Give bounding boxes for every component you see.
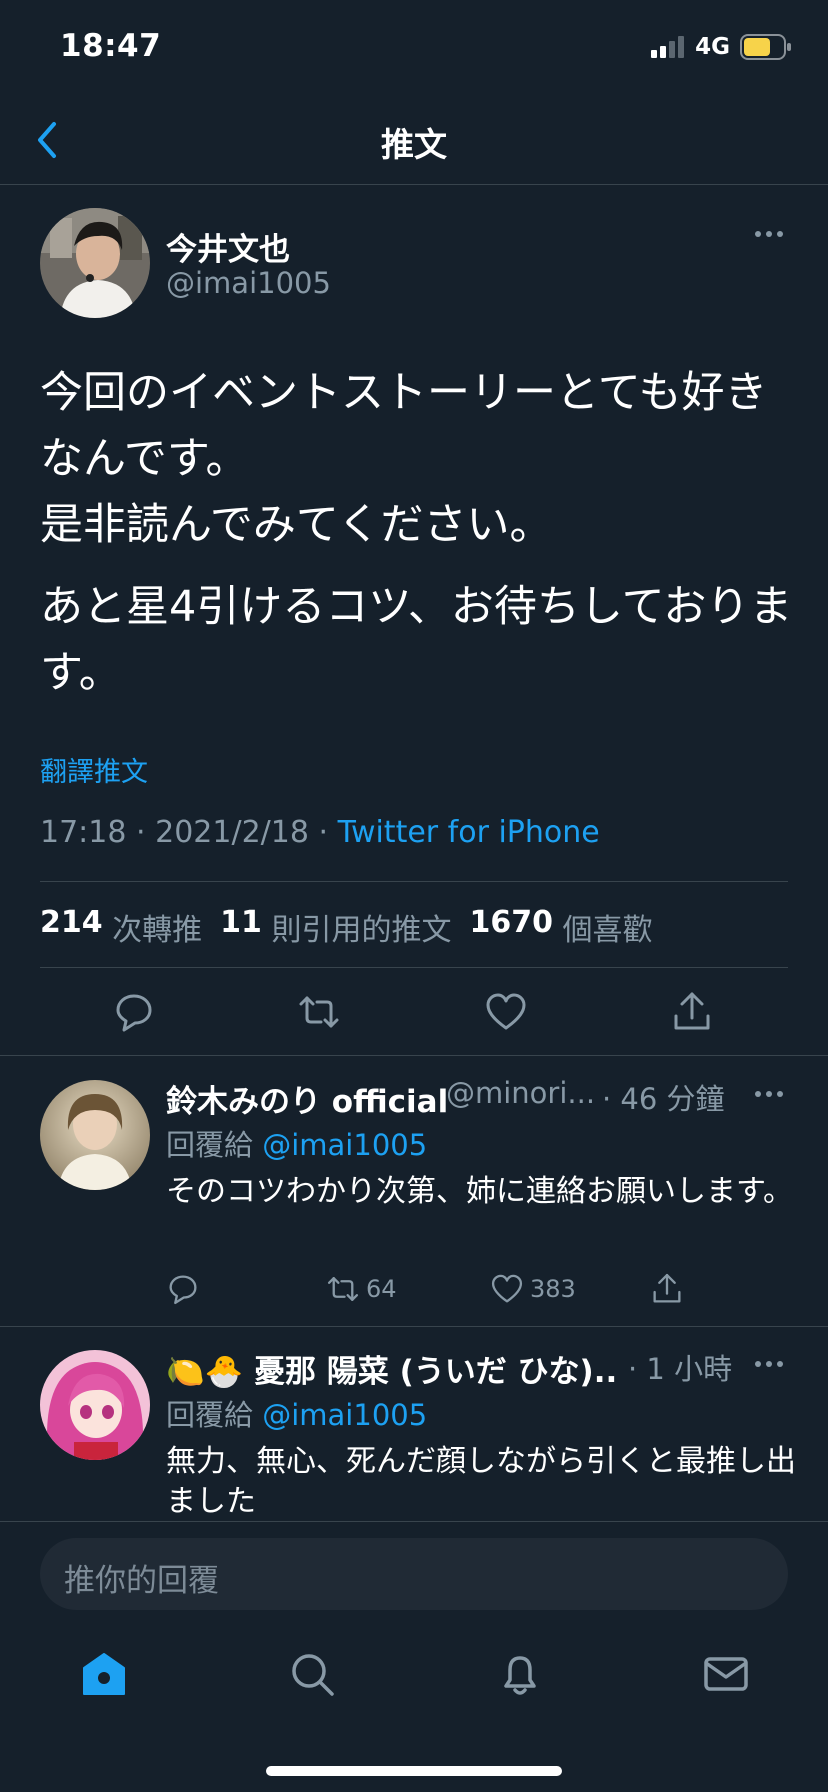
- tweet-paragraph: 今回のイベントストーリーとても好きなんです。 是非読んでみてください。: [40, 368, 768, 550]
- reply-text: 無力、無心、死んだ顔しながら引くと最推し出ました: [166, 1444, 796, 1519]
- author-avatar[interactable]: [40, 208, 150, 318]
- tweet-meta: 17:18 · 2021/2/18 · Twitter for iPhone: [40, 815, 600, 850]
- reply-author-name[interactable]: 鈴木みのり official: [166, 1076, 448, 1121]
- reply-to-handle[interactable]: @imai1005: [262, 1398, 427, 1432]
- author-name[interactable]: 今井文也: [166, 224, 290, 269]
- reply-divider: [0, 1326, 828, 1327]
- reply-avatar[interactable]: [40, 1080, 150, 1190]
- tweet-source-link[interactable]: Twitter for iPhone: [338, 815, 600, 850]
- battery-icon: [740, 34, 792, 60]
- reply-text: そのコツわかり次第、姉に連絡お願いします。: [166, 1174, 793, 1209]
- reply-like-button[interactable]: 383: [490, 1272, 576, 1306]
- home-icon[interactable]: [80, 1650, 128, 1698]
- stats-divider: [40, 881, 788, 882]
- like-icon[interactable]: [484, 990, 528, 1034]
- reply-input-placeholder: 推你的回覆: [64, 1563, 219, 1599]
- notifications-icon[interactable]: [496, 1650, 544, 1698]
- like-icon: [490, 1272, 524, 1306]
- messages-icon[interactable]: [702, 1650, 750, 1698]
- reply-time: · 46 分鐘: [602, 1082, 725, 1116]
- reply-author-name[interactable]: 🍋🐣 憂那 陽菜 (ういだ ひな)...: [166, 1346, 620, 1391]
- translate-link[interactable]: 翻譯推文: [40, 750, 148, 789]
- more-icon[interactable]: [754, 229, 784, 239]
- meta-separator: ·: [318, 815, 329, 850]
- retweet-icon: [326, 1272, 360, 1306]
- meta-separator: ·: [136, 815, 146, 850]
- actions-divider: [40, 967, 788, 968]
- like-count[interactable]: 1670: [469, 905, 553, 949]
- reply-like-count: 383: [530, 1275, 576, 1303]
- composer-divider: [0, 1521, 828, 1522]
- share-icon: [650, 1272, 684, 1306]
- network-label: 4G: [695, 34, 730, 60]
- share-icon[interactable]: [670, 990, 714, 1034]
- header-divider: [0, 184, 828, 185]
- reply-retweet-count: 64: [366, 1275, 397, 1303]
- search-icon[interactable]: [288, 1650, 336, 1698]
- reply-share-button[interactable]: [650, 1272, 684, 1306]
- reply-author-handle[interactable]: @minori...: [446, 1076, 595, 1110]
- reply-to-prefix: 回覆給: [166, 1128, 254, 1162]
- quote-label[interactable]: 則引用的推文: [271, 905, 451, 949]
- tweet-date: 2021/2/18: [155, 815, 309, 850]
- reply-time: · 1 小時: [628, 1352, 733, 1386]
- tweet-stats: 214 次轉推 11 則引用的推文 1670 個喜歡: [40, 905, 671, 949]
- reply-more-icon[interactable]: [754, 1089, 784, 1099]
- reply-to-line: 回覆給 @imai1005: [166, 1122, 427, 1164]
- retweet-label[interactable]: 次轉推: [112, 905, 202, 949]
- status-time: 18:47: [60, 28, 162, 64]
- quote-count[interactable]: 11: [220, 905, 262, 949]
- reply-to-handle[interactable]: @imai1005: [262, 1128, 427, 1162]
- reply-more-icon[interactable]: [754, 1359, 784, 1369]
- tweet-paragraph: あと星4引けるコツ、お待ちしております。: [40, 582, 793, 698]
- tweet-time: 17:18: [40, 815, 127, 850]
- retweet-icon[interactable]: [297, 990, 341, 1034]
- reply-to-prefix: 回覆給: [166, 1398, 254, 1432]
- reply-icon: [166, 1272, 200, 1306]
- page-title: 推文: [381, 125, 447, 164]
- reply-reply-button[interactable]: [166, 1272, 200, 1306]
- tweet-divider: [0, 1055, 828, 1056]
- like-label[interactable]: 個喜歡: [563, 905, 653, 949]
- tweet-text: 今回のイベントストーリーとても好きなんです。 是非読んでみてください。 あと星4…: [40, 360, 800, 722]
- home-indicator: [266, 1766, 562, 1776]
- status-indicators: 4G: [651, 34, 792, 60]
- reply-to-line: 回覆給 @imai1005: [166, 1392, 427, 1434]
- signal-icon: [651, 36, 685, 58]
- reply-retweet-button[interactable]: 64: [326, 1272, 397, 1306]
- retweet-count[interactable]: 214: [40, 905, 103, 949]
- reply-icon[interactable]: [112, 990, 156, 1034]
- reply-avatar[interactable]: [40, 1350, 150, 1460]
- author-handle[interactable]: @imai1005: [166, 266, 331, 300]
